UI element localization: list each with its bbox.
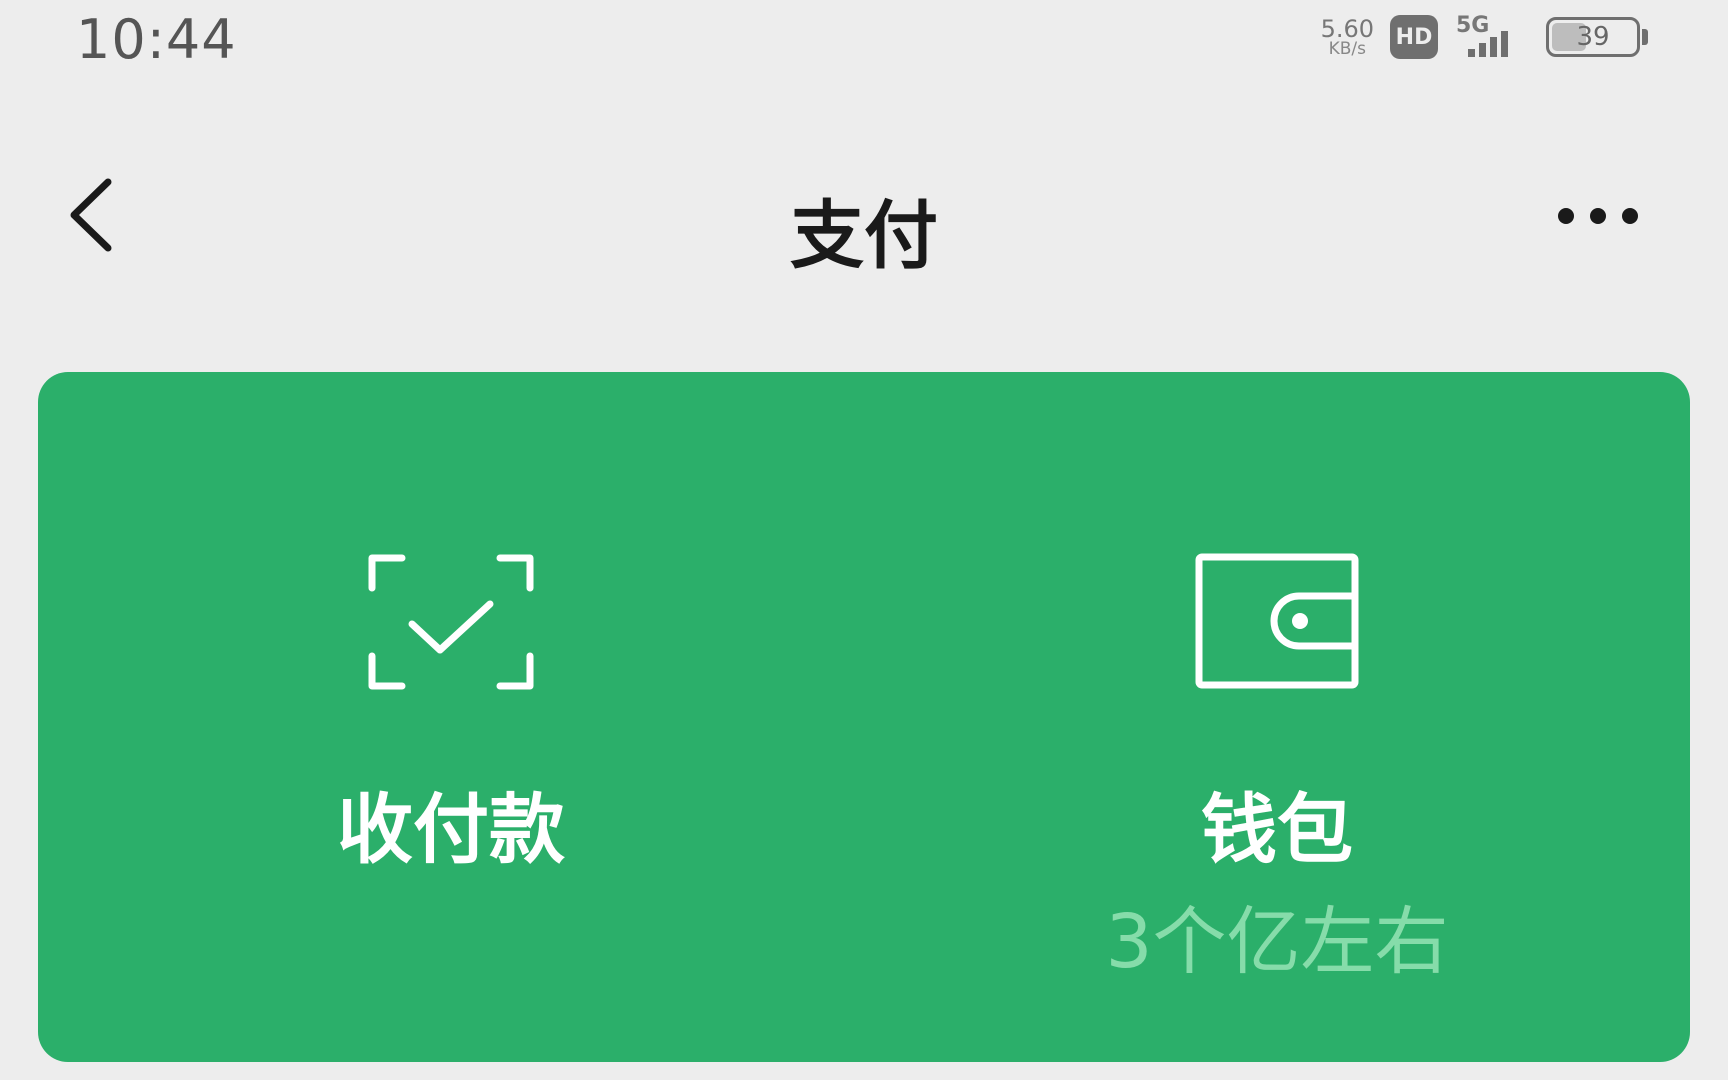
payment-card: 收付款 钱包 3个亿左右 (38, 372, 1690, 1062)
battery-icon: 39 (1546, 15, 1650, 59)
wallet-icon (1194, 552, 1360, 696)
battery-level: 39 (1576, 22, 1610, 52)
page-title: 支付 (790, 193, 938, 279)
scan-check-icon (366, 552, 536, 696)
receive-pay-button[interactable]: 收付款 (38, 372, 864, 1062)
wallet-button[interactable]: 钱包 3个亿左右 (864, 372, 1690, 1062)
wallet-label: 钱包 (1201, 785, 1353, 874)
network-speed: 5.60 KB/s (1321, 17, 1374, 58)
more-dots-icon (1558, 208, 1638, 224)
status-time: 10:44 (76, 8, 237, 71)
payment-screen: 10:44 5.60 KB/s HD 5G 39 支付 收付款 钱包 3个亿左右 (0, 0, 1728, 1080)
network-speed-unit: KB/s (1328, 38, 1366, 59)
network-speed-value: 5.60 (1320, 14, 1374, 43)
signal-bars (1468, 31, 1508, 57)
hd-icon: HD (1390, 15, 1438, 59)
status-icons: 5.60 KB/s HD 5G 39 (1321, 10, 1650, 64)
receive-pay-label: 收付款 (337, 785, 565, 874)
signal-icon: 5G (1454, 13, 1530, 59)
more-button[interactable] (1548, 196, 1648, 240)
wallet-balance-text: 3个亿左右 (1105, 899, 1449, 985)
